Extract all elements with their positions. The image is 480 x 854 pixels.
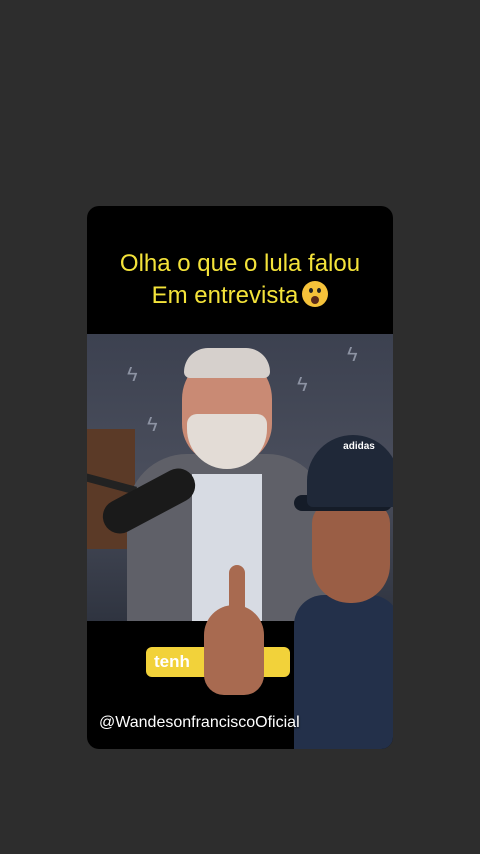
creator-hand xyxy=(204,605,264,695)
title-line-2: Em entrevista xyxy=(87,280,393,312)
lightning-icon: ϟ xyxy=(147,414,158,436)
title-line-1: Olha o que o lula falou xyxy=(119,250,361,277)
creator-jacket xyxy=(294,595,393,749)
interviewee-shirt xyxy=(192,474,262,621)
creator-overlay: adidas xyxy=(204,435,393,749)
creator-handle[interactable]: @WandesonfranciscoOficial xyxy=(99,714,300,732)
lightning-icon: ϟ xyxy=(297,374,308,396)
screaming-face-icon xyxy=(302,281,329,307)
lightning-icon: ϟ xyxy=(347,344,358,366)
caption-text: tenh xyxy=(154,652,190,671)
creator-face xyxy=(312,503,390,603)
lightning-icon: ϟ xyxy=(127,364,138,386)
title-line-2-text: Em entrevista xyxy=(151,282,299,309)
video-title: Olha o que o lula falou Em entrevista xyxy=(87,248,393,312)
video-card[interactable]: Olha o que o lula falou Em entrevista ϟ … xyxy=(87,206,393,749)
interviewee-hair xyxy=(184,348,270,378)
cap-logo: adidas xyxy=(343,441,375,452)
creator-cap: adidas xyxy=(307,435,393,507)
